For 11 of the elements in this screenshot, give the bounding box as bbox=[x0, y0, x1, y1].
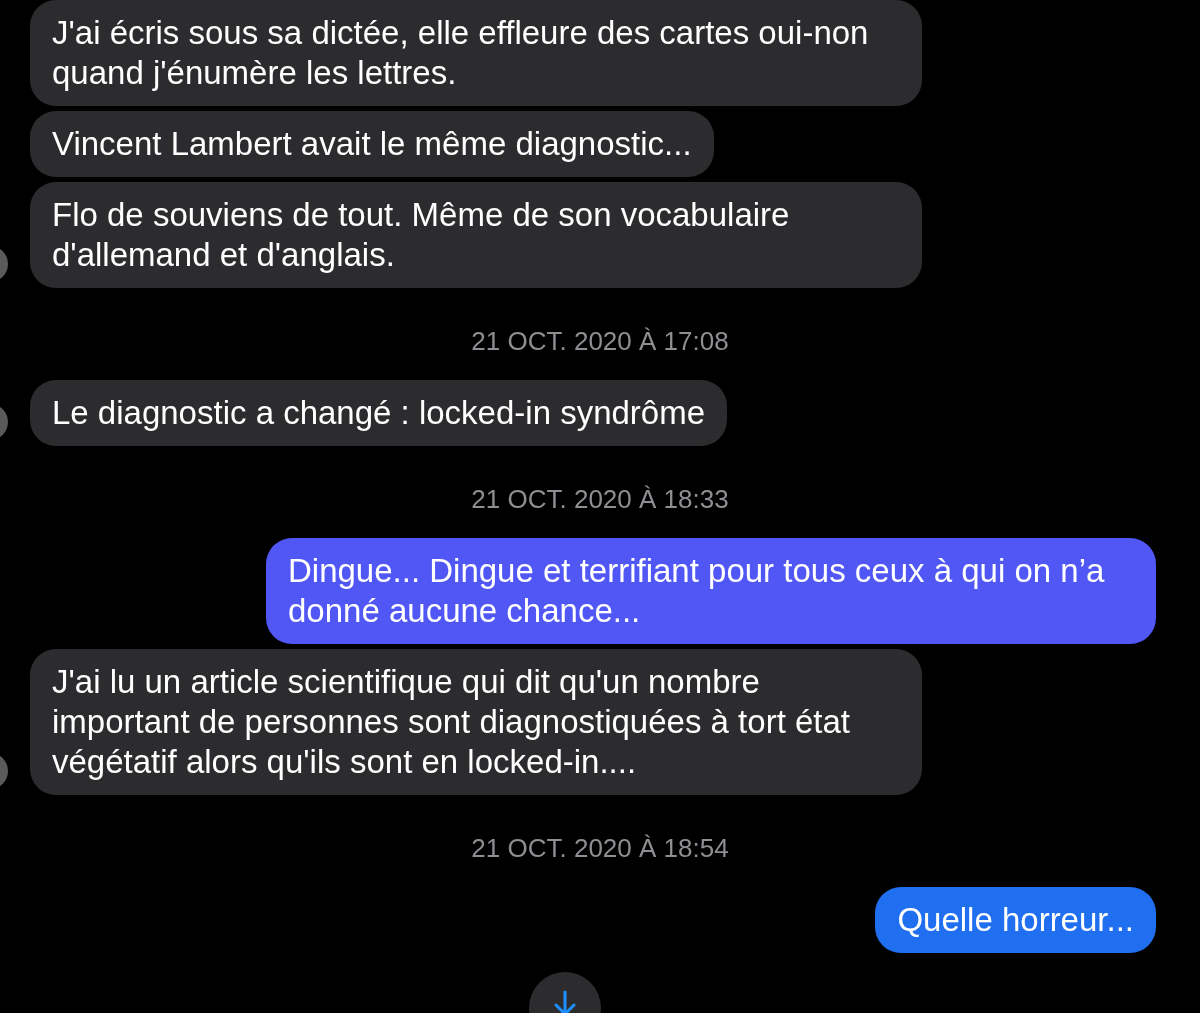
timestamp: 21 OCT. 2020 À 17:08 bbox=[471, 326, 729, 356]
message-bubble: Flo de souviens de tout. Même de son vocabulaire d'allemand et d'anglais. bbox=[30, 182, 922, 288]
message-bubble: Quelle horreur... bbox=[875, 887, 1156, 953]
message-bubble: J'ai lu un article scientifique qui dit qu'un nombre important de personnes sont diagnostiquées à tort état végétatif alors qu'ils sont en locked-in.... bbox=[30, 649, 922, 795]
timestamp: 21 OCT. 2020 À 18:54 bbox=[471, 833, 729, 863]
message-bubble: Le diagnostic a changé : locked-in syndrôme bbox=[30, 380, 728, 446]
message-bubble: Dingue... Dingue et terrifiant pour tous ceux à qui on n’a donné aucune chance... bbox=[266, 538, 1156, 644]
timestamp: 21 OCT. 2020 À 18:33 bbox=[471, 484, 729, 514]
arrow-down-icon bbox=[554, 990, 576, 1013]
message-bubble: J'ai écris sous sa dictée, elle effleure des cartes oui-non quand j'énumère les lettres. bbox=[30, 0, 922, 106]
message-bubble: Vincent Lambert avait le même diagnostic... bbox=[30, 111, 714, 177]
